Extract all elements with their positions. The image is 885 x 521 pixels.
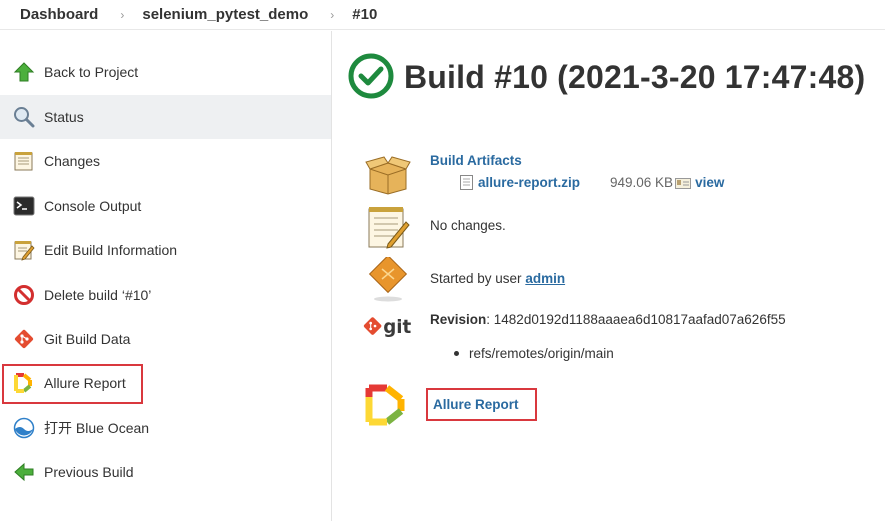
sidebar-item-git-build-data[interactable]: Git Build Data bbox=[0, 317, 331, 361]
sidebar-item-previous-build[interactable]: Previous Build bbox=[0, 450, 331, 494]
user-icon bbox=[363, 256, 413, 304]
bullet-icon bbox=[454, 351, 459, 356]
notepad-icon bbox=[363, 203, 413, 251]
success-check-icon bbox=[348, 53, 394, 102]
breadcrumb-build[interactable]: #10 bbox=[352, 6, 377, 23]
sidebar-item-label: Changes bbox=[44, 153, 101, 169]
allure-logo-icon bbox=[363, 381, 413, 429]
artifact-file-size: 949.06 KB bbox=[610, 175, 674, 190]
main-panel: Build #10 (2021-3-20 17:47:48) Build Art… bbox=[333, 31, 885, 521]
build-artifacts-link[interactable]: Build Artifacts bbox=[430, 153, 724, 168]
sidebar-item-label: Back to Project bbox=[44, 64, 139, 80]
side-panel: Back to Project Status Changes Console O… bbox=[0, 31, 332, 521]
sidebar-item-blue-ocean[interactable]: 打开 Blue Ocean bbox=[0, 406, 331, 450]
svg-text:git: git bbox=[383, 317, 411, 338]
up-arrow-icon bbox=[12, 60, 36, 84]
breadcrumb: Dashboard › selenium_pytest_demo › #10 bbox=[0, 0, 885, 30]
sidebar-item-label: 打开 Blue Ocean bbox=[44, 420, 150, 436]
artifact-view-link[interactable]: view bbox=[695, 175, 724, 190]
sidebar-item-back-to-project[interactable]: Back to Project bbox=[0, 50, 331, 94]
magnifier-icon bbox=[12, 105, 36, 129]
sidebar-item-changes[interactable]: Changes bbox=[0, 139, 331, 183]
no-entry-icon bbox=[12, 283, 36, 307]
sidebar-item-console-output[interactable]: Console Output bbox=[0, 184, 331, 228]
sidebar-item-delete-build[interactable]: Delete build ‘#10’ bbox=[0, 273, 331, 317]
breadcrumb-project[interactable]: selenium_pytest_demo bbox=[142, 6, 308, 23]
allure-sidebar-highlight bbox=[2, 364, 143, 404]
no-changes-text: No changes. bbox=[430, 218, 506, 233]
file-icon bbox=[460, 175, 473, 190]
git-icon bbox=[12, 327, 36, 351]
breadcrumb-separator: › bbox=[330, 7, 335, 22]
started-by-section: Started by user admin bbox=[363, 256, 565, 304]
sidebar-item-label: Edit Build Information bbox=[44, 242, 178, 258]
allure-link-highlight bbox=[426, 388, 537, 421]
revision-ref-item: refs/remotes/origin/main bbox=[454, 346, 786, 361]
package-icon bbox=[363, 151, 413, 199]
terminal-icon bbox=[12, 194, 36, 218]
changes-section: No changes. bbox=[363, 203, 506, 251]
revision-section: git Revision: 1482d0192d1188aaaea6d10817… bbox=[363, 303, 786, 361]
fingerprint-icon bbox=[675, 177, 692, 189]
artifact-file-link[interactable]: allure-report.zip bbox=[478, 175, 580, 190]
git-logo-icon: git bbox=[363, 303, 413, 351]
sidebar-item-status[interactable]: Status bbox=[0, 95, 331, 139]
breadcrumb-dashboard[interactable]: Dashboard bbox=[20, 6, 98, 23]
sidebar-item-label: Previous Build bbox=[44, 464, 134, 480]
revision-label: Revision bbox=[430, 312, 487, 327]
sidebar-item-label: Console Output bbox=[44, 198, 142, 214]
started-by-user-link[interactable]: admin bbox=[525, 271, 565, 286]
notepad-edit-icon bbox=[12, 238, 36, 262]
sidebar-item-label: Status bbox=[44, 109, 84, 125]
blue-ocean-icon bbox=[12, 416, 36, 440]
build-title-text: Build #10 (2021-3-20 17:47:48) bbox=[404, 59, 866, 95]
artifact-row: allure-report.zip 949.06 KB view bbox=[460, 175, 724, 190]
started-by-prefix: Started by user bbox=[430, 271, 526, 286]
sidebar-item-label: Git Build Data bbox=[44, 331, 131, 347]
revision-ref: refs/remotes/origin/main bbox=[469, 346, 614, 361]
breadcrumb-separator: › bbox=[120, 7, 125, 22]
page-title: Build #10 (2021-3-20 17:47:48) bbox=[348, 53, 865, 102]
notepad-icon bbox=[12, 149, 36, 173]
left-arrow-icon bbox=[12, 460, 36, 484]
sidebar-item-label: Delete build ‘#10’ bbox=[44, 287, 152, 303]
revision-hash: : 1482d0192d1188aaaea6d10817aafad07a626f… bbox=[486, 312, 786, 327]
sidebar-item-edit-build-information[interactable]: Edit Build Information bbox=[0, 228, 331, 272]
build-artifacts-section: Build Artifacts allure-report.zip 949.06… bbox=[363, 151, 724, 199]
